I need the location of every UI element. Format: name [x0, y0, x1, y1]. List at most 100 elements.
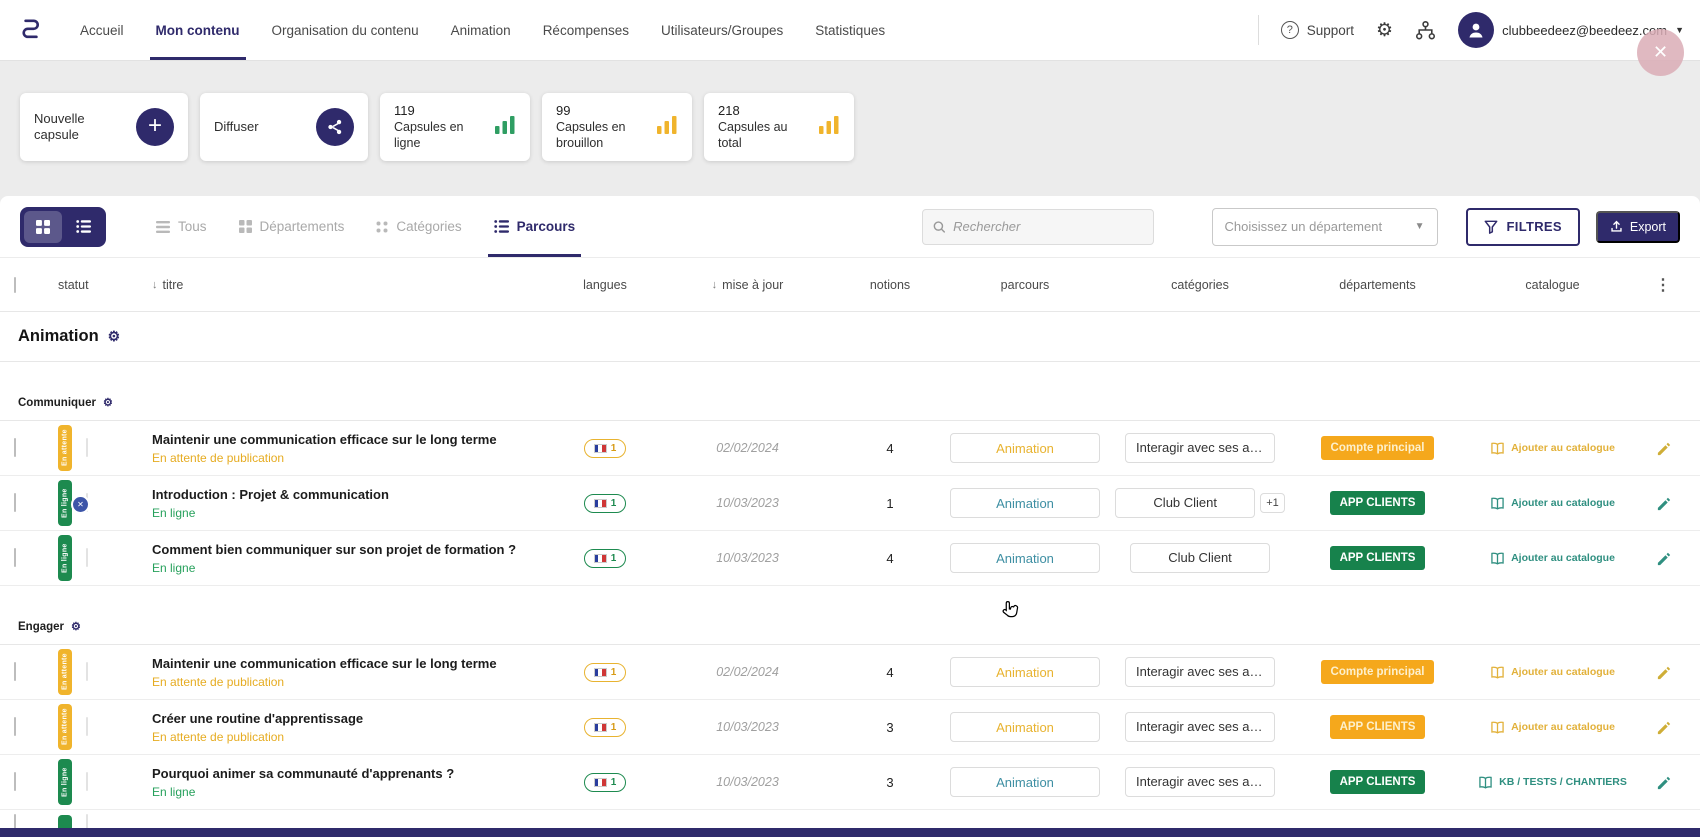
capsule-title[interactable]: Comment bien communiquer sur son projet … [152, 542, 555, 557]
parcours-button[interactable]: Animation [950, 433, 1100, 463]
col-titre[interactable]: ↓titre [136, 278, 555, 292]
support-label: Support [1307, 23, 1354, 38]
table-row: En ligne Comment bien communiquer sur so… [0, 531, 1700, 586]
edit-pencil-icon[interactable] [1640, 665, 1686, 680]
language-count: 1 [611, 553, 617, 564]
bar-chart-icon [818, 115, 840, 140]
catalogue-link[interactable]: Ajouter au catalogue [1465, 442, 1640, 455]
close-button[interactable]: ✕ [1637, 29, 1684, 76]
capsule-title[interactable]: Maintenir une communication efficace sur… [152, 656, 555, 671]
category-button[interactable]: Interagir avec ses ap... [1125, 657, 1275, 687]
filters-button[interactable]: FILTRES [1466, 208, 1580, 246]
capsule-title[interactable]: Maintenir une communication efficace sur… [152, 432, 555, 447]
view-toggle [20, 207, 106, 247]
sort-desc-icon: ↓ [712, 279, 718, 291]
parcours-button[interactable]: Animation [950, 488, 1100, 518]
row-checkbox[interactable] [14, 493, 16, 512]
catalogue-link[interactable]: Ajouter au catalogue [1465, 721, 1640, 734]
app-logo[interactable] [16, 15, 46, 45]
updated-date: 10/03/2023 [655, 551, 840, 565]
row-checkbox[interactable] [14, 717, 16, 736]
edit-pencil-icon[interactable] [1640, 720, 1686, 735]
catalogue-link[interactable]: Ajouter au catalogue [1465, 666, 1640, 679]
edit-pencil-icon[interactable] [1640, 551, 1686, 566]
category-button[interactable]: Interagir avec ses ap... [1125, 767, 1275, 797]
edit-pencil-icon[interactable] [1640, 775, 1686, 790]
category-extra-badge[interactable]: +1 [1260, 493, 1285, 513]
notions-count: 4 [840, 551, 940, 566]
user-icon [1466, 20, 1486, 40]
row-checkbox[interactable] [14, 772, 16, 791]
ordered-list-icon [494, 220, 509, 233]
content-sheet: Tous Départements Catégories Parcours [0, 196, 1700, 828]
table-header: statut ↓titre langues ↓mise à jour notio… [0, 258, 1700, 312]
tab-parcours[interactable]: Parcours [478, 196, 592, 257]
catalogue-link[interactable]: Ajouter au catalogue [1465, 497, 1640, 510]
catalogue-link[interactable]: Ajouter au catalogue [1465, 552, 1640, 565]
tab-label: Tous [178, 219, 207, 234]
department-select[interactable]: Choisissez un département ▼ [1212, 208, 1438, 246]
avatar [1458, 12, 1494, 48]
group-settings-gear-icon[interactable]: ⚙ [108, 328, 121, 345]
department-badge: Compte principal [1321, 436, 1435, 460]
edit-pencil-icon[interactable] [1640, 496, 1686, 511]
section-settings-gear-icon[interactable]: ⚙ [103, 396, 113, 409]
nav-item-accueil[interactable]: Accueil [64, 0, 140, 60]
nav-item-recompenses[interactable]: Récompenses [527, 0, 645, 60]
nav-item-mon-contenu[interactable]: Mon contenu [140, 0, 256, 60]
parcours-button[interactable]: Animation [950, 657, 1100, 687]
tab-categories[interactable]: Catégories [360, 196, 477, 257]
section-settings-gear-icon[interactable]: ⚙ [71, 620, 81, 633]
language-badge: 1 [584, 773, 627, 792]
col-mise-a-jour[interactable]: ↓mise à jour [655, 278, 840, 292]
notions-count: 3 [840, 720, 940, 735]
group-title: Animation [18, 327, 99, 346]
catalogue-link[interactable]: KB / TESTS / CHANTIERS [1465, 776, 1640, 789]
row-checkbox[interactable] [14, 438, 16, 457]
parcours-button[interactable]: Animation [950, 712, 1100, 742]
category-button[interactable]: Club Client [1115, 488, 1255, 518]
new-capsule-button[interactable]: Nouvelle capsule + [20, 93, 188, 161]
updated-date: 02/02/2024 [655, 441, 840, 455]
app-screen: Accueil Mon contenu Organisation du cont… [0, 0, 1700, 837]
nav-item-utilisateurs[interactable]: Utilisateurs/Groupes [645, 0, 799, 60]
row-checkbox[interactable] [14, 662, 16, 681]
org-chart-icon[interactable] [1415, 20, 1436, 41]
capsule-title[interactable]: Pourquoi animer sa communauté d'apprenan… [152, 766, 555, 781]
column-options-kebab-icon[interactable]: ⋮ [1640, 275, 1686, 295]
parcours-button[interactable]: Animation [950, 543, 1100, 573]
nav-item-statistiques[interactable]: Statistiques [799, 0, 901, 60]
tab-departements[interactable]: Départements [223, 196, 361, 257]
row-checkbox[interactable] [14, 814, 16, 828]
parcours-button[interactable]: Animation [950, 767, 1100, 797]
publication-status: En attente de publication [152, 451, 555, 465]
table-row: En attente Maintenir une communication e… [0, 645, 1700, 700]
stat-label: Capsules au total [718, 120, 804, 151]
edit-pencil-icon[interactable] [1640, 441, 1686, 456]
capsule-title[interactable]: Créer une routine d'apprentissage [152, 711, 555, 726]
capsule-title[interactable]: Introduction : Projet & communication [152, 487, 555, 502]
notions-count: 1 [840, 496, 940, 511]
tab-tous[interactable]: Tous [140, 196, 223, 257]
category-button[interactable]: Interagir avec ses ap... [1125, 433, 1275, 463]
stat-label: Capsules en ligne [394, 120, 480, 151]
department-badge: Compte principal [1321, 660, 1435, 684]
row-checkbox[interactable] [14, 548, 16, 567]
diffuser-button[interactable]: Diffuser [200, 93, 368, 161]
support-button[interactable]: ? Support [1281, 21, 1354, 39]
search-input[interactable] [953, 219, 1142, 234]
category-button[interactable]: Interagir avec ses ap... [1125, 712, 1275, 742]
list-view-button[interactable] [64, 211, 102, 243]
language-badge: 1 [584, 718, 627, 737]
select-all-checkbox[interactable] [14, 277, 16, 293]
catalogue-book-icon [1478, 776, 1493, 789]
nav-item-animation[interactable]: Animation [435, 0, 527, 60]
nav-item-organisation[interactable]: Organisation du contenu [256, 0, 435, 60]
col-catalogue: catalogue [1465, 278, 1640, 292]
export-button[interactable]: Export [1596, 211, 1680, 243]
grid-view-button[interactable] [24, 211, 62, 243]
settings-gear-icon[interactable]: ⚙ [1376, 21, 1393, 40]
category-button[interactable]: Club Client [1130, 543, 1270, 573]
capsule-thumbnail [86, 548, 88, 567]
stat-card-online: 119 Capsules en ligne [380, 93, 530, 161]
